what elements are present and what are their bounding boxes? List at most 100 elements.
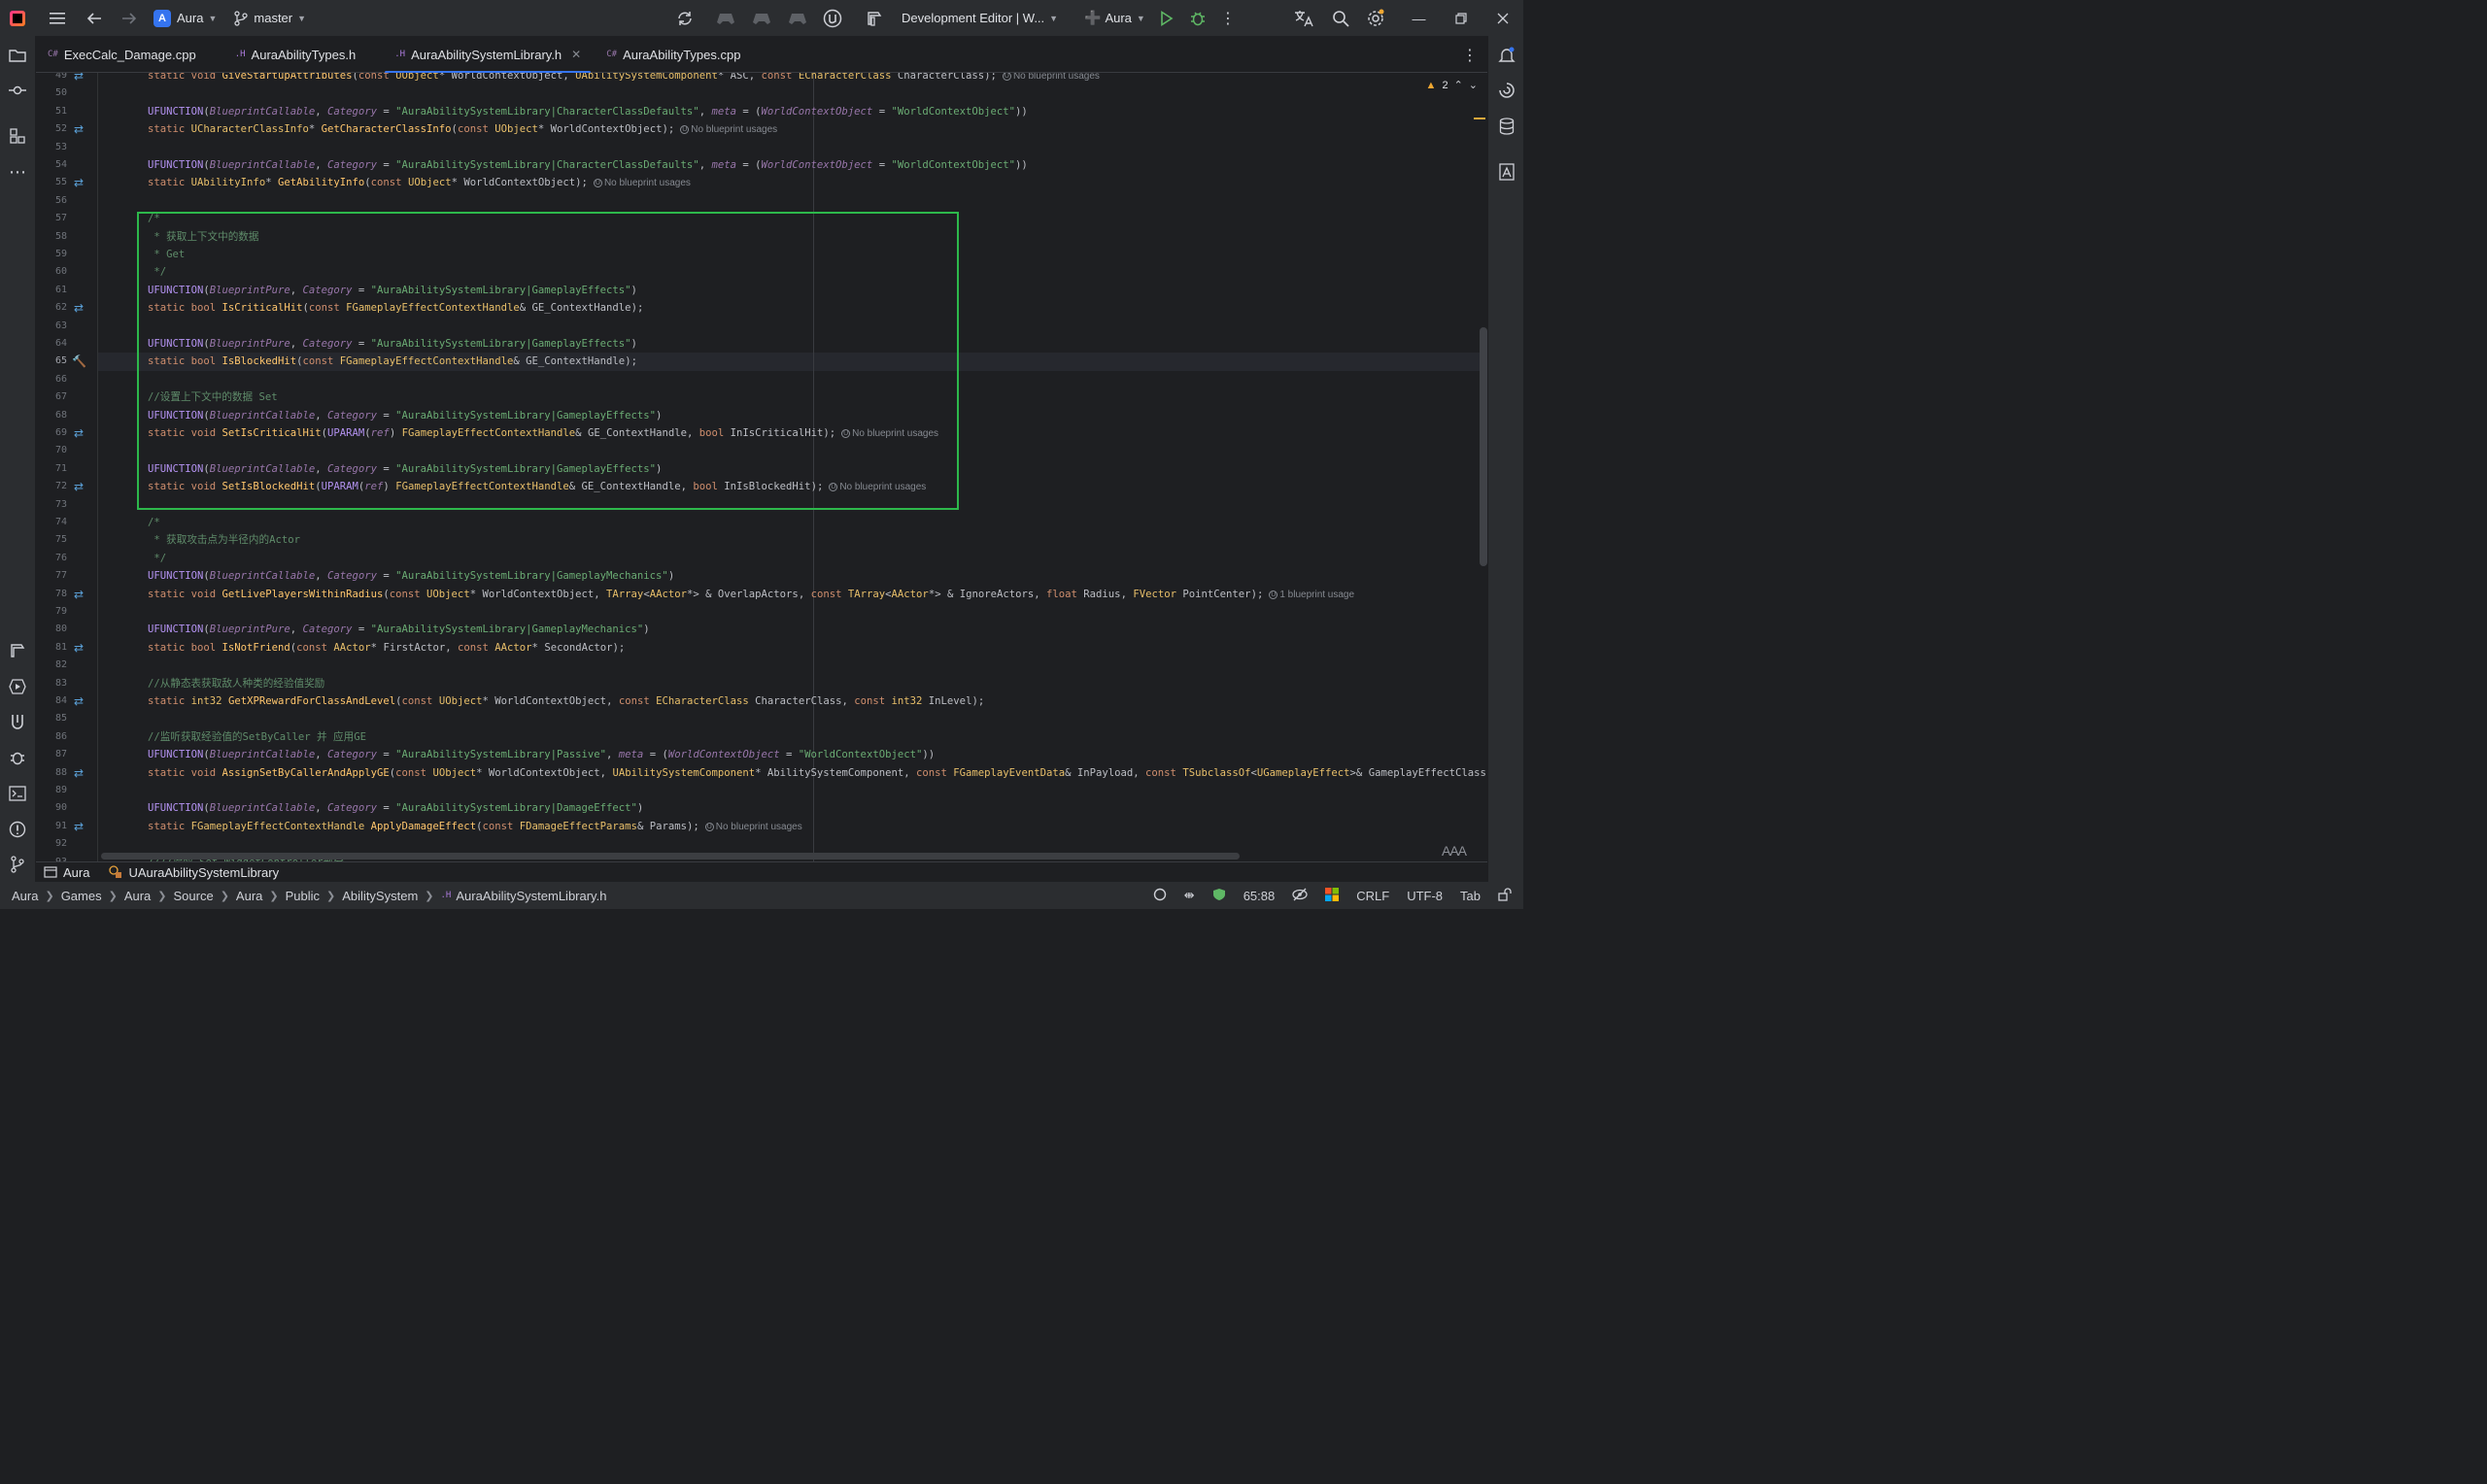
code-line[interactable]: UFUNCTION(BlueprintCallable, Category = … xyxy=(148,746,935,763)
navigate-to-implementation-icon[interactable]: ⇄ xyxy=(72,73,85,83)
line-number[interactable]: 78 xyxy=(36,586,67,603)
line-number[interactable]: 91 xyxy=(36,818,67,835)
line-number[interactable]: 88 xyxy=(36,764,67,782)
code-line[interactable]: */ xyxy=(148,550,166,567)
tab-auraabilitysystemlibrary-h[interactable]: .H AuraAbilitySystemLibrary.h ✕ xyxy=(383,36,593,74)
line-number[interactable]: 84 xyxy=(36,692,67,710)
line-number[interactable]: 60 xyxy=(36,263,67,281)
vcs-status-circle-icon[interactable] xyxy=(1153,888,1167,904)
navigate-to-implementation-icon[interactable]: ⇄ xyxy=(72,766,85,780)
windows-logo-icon[interactable] xyxy=(1325,887,1340,904)
code-line[interactable]: //监听获取经验值的SetByCaller 并 应用GE xyxy=(148,728,366,746)
inlay-usage-hint[interactable]: U No blueprint usages xyxy=(704,822,802,832)
code-editor[interactable]: 49 ⇄ 50 51 52 ⇄ 53 54 55 ⇄ 56 57 58 59 60 61 62 ⇄ 63 64 65 🔨 6… xyxy=(36,73,1487,861)
code-line[interactable]: static bool IsNotFriend(const AActor* Fi… xyxy=(148,639,625,657)
line-number[interactable]: 86 xyxy=(36,728,67,746)
code-line[interactable]: UFUNCTION(BlueprintCallable, Category = … xyxy=(148,103,1028,120)
notifications-bell-icon[interactable] xyxy=(1497,46,1516,65)
ai-status-icon[interactable]: ⇼ xyxy=(1184,888,1195,903)
build-hammer-icon[interactable]: 🔨 xyxy=(72,354,86,368)
nav-file[interactable]: AuraAbilitySystemLibrary.h xyxy=(456,889,606,903)
nav-item[interactable]: Aura xyxy=(236,889,262,903)
nav-item[interactable]: Games xyxy=(61,889,102,903)
code-line[interactable]: * 获取攻击点为半径内的Actor xyxy=(148,531,300,549)
line-number[interactable]: 80 xyxy=(36,621,67,638)
ai-assistant-icon[interactable] xyxy=(1497,81,1516,100)
code-line[interactable]: static FGameplayEffectContextHandle Appl… xyxy=(148,818,802,835)
line-ending[interactable]: CRLF xyxy=(1356,889,1389,903)
line-number[interactable]: 77 xyxy=(36,567,67,585)
code-line[interactable]: UFUNCTION(BlueprintCallable, Category = … xyxy=(148,799,643,817)
translate-icon[interactable] xyxy=(1293,5,1314,32)
unreal-client-icon[interactable] xyxy=(751,5,772,32)
debug-icon[interactable] xyxy=(8,748,27,767)
previous-highlight-icon[interactable]: ⌃ xyxy=(1454,79,1463,91)
code-line[interactable]: UFUNCTION(BlueprintPure, Category = "Aur… xyxy=(148,621,650,638)
line-number[interactable]: 93 xyxy=(36,854,67,861)
line-number[interactable]: 82 xyxy=(36,657,67,674)
unreal-gamepad-icon[interactable] xyxy=(715,5,736,32)
minimize-icon[interactable]: — xyxy=(1398,0,1440,36)
next-highlight-icon[interactable]: ⌄ xyxy=(1469,79,1478,91)
inlay-usage-hint[interactable]: U1 blueprint usage xyxy=(1269,590,1354,600)
database-icon[interactable] xyxy=(1497,117,1516,136)
code-line[interactable]: static void GetLivePlayersWithinRadius(c… xyxy=(148,586,1354,603)
line-number[interactable]: 70 xyxy=(36,442,67,459)
inlay-usage-hint[interactable]: U No blueprint usages xyxy=(680,124,777,135)
line-number[interactable]: 52 xyxy=(36,120,67,138)
breadcrumb-class[interactable]: UAuraAbilitySystemLibrary xyxy=(109,865,279,880)
line-number[interactable]: 49 xyxy=(36,73,67,84)
line-number[interactable]: 73 xyxy=(36,496,67,514)
line-number[interactable]: 85 xyxy=(36,710,67,727)
structure-icon[interactable] xyxy=(8,126,27,146)
line-number[interactable]: 89 xyxy=(36,782,67,799)
line-number[interactable]: 72 xyxy=(36,478,67,495)
line-number[interactable]: 61 xyxy=(36,282,67,299)
line-number[interactable]: 81 xyxy=(36,639,67,657)
code-line[interactable]: UFUNCTION(BlueprintCallable, Category = … xyxy=(148,156,1028,174)
settings-gear-icon[interactable] xyxy=(1365,5,1386,32)
nav-item[interactable]: Public xyxy=(286,889,320,903)
build-tools-icon[interactable] xyxy=(8,641,27,660)
inspection-widget[interactable]: ▲ 2 ⌃ ⌄ xyxy=(1426,79,1478,92)
navigate-to-implementation-icon[interactable]: ⇄ xyxy=(72,480,85,493)
line-number[interactable]: 58 xyxy=(36,228,67,246)
navigate-to-implementation-icon[interactable]: ⇄ xyxy=(72,694,85,708)
line-number[interactable]: 64 xyxy=(36,335,67,353)
forward-arrow-icon[interactable] xyxy=(117,5,142,32)
reader-mode-icon[interactable]: AAA xyxy=(1442,843,1467,859)
inlay-usage-hint[interactable]: U No blueprint usages xyxy=(1002,73,1100,82)
navigate-to-implementation-icon[interactable]: ⇄ xyxy=(72,588,85,601)
tab-auraabilitytypes-h[interactable]: .H AuraAbilityTypes.h xyxy=(223,36,368,73)
code-line[interactable]: static int32 GetXPRewardForClassAndLevel… xyxy=(148,692,984,710)
code-line[interactable]: //从静态表获取敌人种类的经验值奖励 xyxy=(148,675,324,692)
line-number[interactable]: 76 xyxy=(36,550,67,567)
close-tab-icon[interactable]: ✕ xyxy=(571,48,581,61)
more-vertical-icon[interactable]: ⋮ xyxy=(1217,5,1239,32)
main-menu-icon[interactable] xyxy=(45,5,70,32)
nav-item[interactable]: Source xyxy=(174,889,214,903)
build-hammer-icon[interactable] xyxy=(864,5,885,32)
search-icon[interactable] xyxy=(1330,5,1351,32)
file-encoding[interactable]: UTF-8 xyxy=(1407,889,1443,903)
terminal-icon[interactable] xyxy=(8,784,27,803)
line-number[interactable]: 75 xyxy=(36,531,67,549)
line-number[interactable]: 50 xyxy=(36,84,67,102)
tab-execcalc-damage-cpp[interactable]: C# ExecCalc_Damage.cpp xyxy=(36,36,208,73)
scroll-marker-warning[interactable] xyxy=(1474,118,1485,119)
code-line[interactable]: static UCharacterClassInfo* GetCharacter… xyxy=(148,120,777,138)
navigate-to-implementation-icon[interactable]: ⇄ xyxy=(72,426,85,440)
code-line[interactable]: static UAbilityInfo* GetAbilityInfo(cons… xyxy=(148,174,691,191)
line-number[interactable]: 65 xyxy=(36,353,67,370)
caret-position[interactable]: 65:88 xyxy=(1244,889,1276,903)
tab-auraabilitytypes-cpp[interactable]: C# AuraAbilityTypes.cpp xyxy=(595,36,752,73)
line-number[interactable]: 90 xyxy=(36,799,67,817)
readonly-eye-icon[interactable] xyxy=(1292,888,1308,904)
line-number[interactable]: 92 xyxy=(36,835,67,853)
vertical-scrollbar[interactable] xyxy=(1480,327,1487,566)
tabs-more-icon[interactable]: ⋮ xyxy=(1462,46,1478,65)
commit-icon[interactable] xyxy=(8,81,27,100)
indent-style[interactable]: Tab xyxy=(1460,889,1481,903)
project-selector[interactable]: A Aura ▼ xyxy=(153,5,217,32)
breadcrumb-module[interactable]: Aura xyxy=(44,865,89,880)
